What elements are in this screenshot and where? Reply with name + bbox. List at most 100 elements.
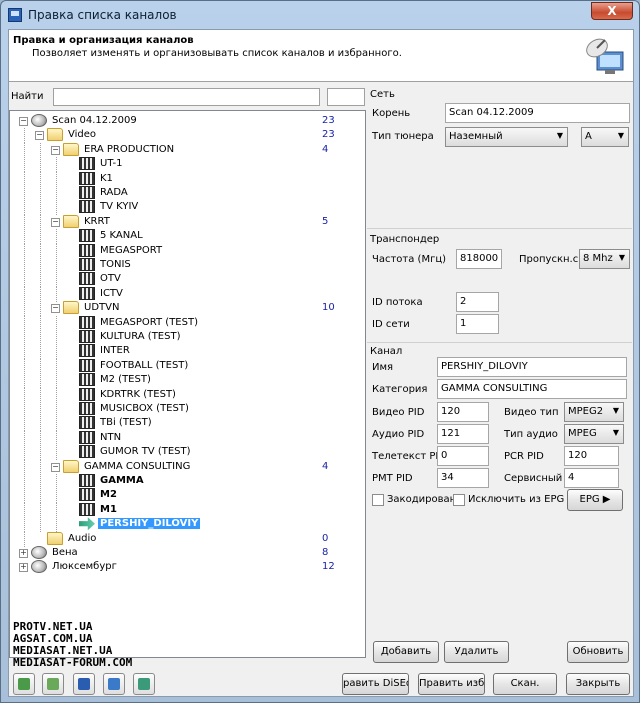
import-button[interactable] bbox=[13, 673, 35, 695]
service-pid-field[interactable]: 4 bbox=[564, 468, 619, 488]
teletext-pid-field[interactable]: 0 bbox=[437, 446, 489, 466]
tree-node[interactable]: − ERA PRODUCTION 4 bbox=[10, 142, 350, 158]
save-button[interactable] bbox=[73, 673, 95, 695]
tree-node-label: M1 bbox=[100, 503, 117, 515]
tree-node-label: KULTURA (TEST) bbox=[100, 331, 181, 342]
pcr-pid-label: PCR PID bbox=[504, 451, 544, 462]
close-button[interactable]: Закрыть bbox=[566, 673, 630, 695]
collapse-icon[interactable]: − bbox=[51, 217, 60, 227]
bandwidth-select[interactable]: 8 Mhz ▼ bbox=[579, 249, 630, 269]
edit-favorites-button[interactable]: Править избр. bbox=[418, 673, 485, 695]
tree-node[interactable]: UT-1 bbox=[10, 157, 350, 173]
exclude-epg-checkbox[interactable] bbox=[453, 494, 465, 506]
tuner-type-select[interactable]: Наземный ▼ bbox=[445, 127, 568, 147]
title-bar[interactable]: Правка списка каналов X bbox=[1, 1, 639, 29]
epg-button[interactable]: EPG ▶ bbox=[567, 489, 623, 511]
scan-button[interactable]: Скан. bbox=[493, 673, 557, 695]
chevron-down-icon: ▼ bbox=[612, 428, 619, 437]
tree-node[interactable]: − Scan 04.12.2009 23 bbox=[10, 114, 350, 128]
tree-node[interactable]: MEGASPORT bbox=[10, 243, 350, 259]
tree-node[interactable]: − KRRT 5 bbox=[10, 214, 350, 230]
tree-node[interactable]: FOOTBALL (TEST) bbox=[10, 358, 350, 374]
network-id-field[interactable]: 1 bbox=[456, 314, 499, 334]
tree-node[interactable]: 5 KANAL bbox=[10, 229, 350, 245]
expand-icon[interactable]: + bbox=[19, 563, 28, 573]
delete-button[interactable]: Удалить bbox=[444, 641, 509, 663]
undo-button[interactable] bbox=[103, 673, 125, 695]
root-field[interactable]: Scan 04.12.2009 bbox=[445, 103, 630, 123]
expand-icon[interactable]: + bbox=[19, 549, 28, 558]
tuner-sub-select[interactable]: A ▼ bbox=[581, 127, 629, 147]
collapse-icon[interactable]: − bbox=[35, 131, 44, 141]
name-field[interactable]: PERSHIY_DILOVIY bbox=[437, 357, 627, 377]
tree-node[interactable]: NTN bbox=[10, 430, 350, 446]
tree-node[interactable]: ICTV bbox=[10, 286, 350, 302]
tree-guide-line bbox=[56, 517, 57, 533]
collapse-icon[interactable]: − bbox=[51, 145, 60, 155]
refresh-button[interactable]: Обновить bbox=[567, 641, 629, 663]
pmt-pid-field[interactable]: 34 bbox=[437, 468, 489, 488]
tree-node[interactable]: INTER bbox=[10, 344, 350, 360]
audio-type-select[interactable]: MPEG ▼ bbox=[564, 424, 624, 444]
audio-pid-field[interactable]: 121 bbox=[437, 424, 489, 444]
tv-channel-icon bbox=[79, 430, 95, 444]
tree-node[interactable]: KULTURA (TEST) bbox=[10, 330, 350, 345]
tree-node[interactable]: + Люксембург 12 bbox=[10, 560, 350, 574]
tree-guide-line bbox=[24, 502, 25, 518]
edit-diseqc-button[interactable]: равить DiSEqc bbox=[342, 673, 409, 695]
tree-node-label: GAMMA CONSULTING bbox=[84, 460, 191, 472]
tree-node[interactable]: RADA bbox=[10, 186, 350, 201]
frequency-field[interactable]: 818000 bbox=[456, 249, 502, 269]
tree-node[interactable]: OTV bbox=[10, 272, 350, 288]
tree-node[interactable]: Audio 0 bbox=[10, 531, 350, 547]
satellite-dish-icon bbox=[31, 114, 47, 127]
tree-node[interactable]: PERSHIY_DILOVIY bbox=[10, 517, 350, 533]
tree-node-label: K1 bbox=[100, 172, 113, 184]
video-type-select[interactable]: MPEG2 ▼ bbox=[564, 402, 624, 422]
tree-node[interactable]: M2 (TEST) bbox=[10, 373, 350, 389]
channel-tree[interactable]: − Scan 04.12.2009 23− Video 23− ERA PRODUCTIO… bbox=[9, 110, 366, 658]
search-secondary-input[interactable] bbox=[327, 88, 365, 106]
tv-channel-icon bbox=[79, 272, 95, 286]
stream-id-field[interactable]: 2 bbox=[456, 292, 499, 312]
tree-node[interactable]: − UDTVN 10 bbox=[10, 301, 350, 317]
tree-guide-line bbox=[40, 214, 41, 230]
close-window-button[interactable]: X bbox=[591, 2, 633, 20]
tree-guide-line bbox=[24, 272, 25, 288]
encrypted-checkbox[interactable] bbox=[372, 494, 384, 506]
collapse-icon[interactable]: − bbox=[51, 462, 60, 472]
export-button[interactable] bbox=[42, 673, 64, 695]
collapse-icon[interactable]: − bbox=[19, 117, 28, 126]
tree-node[interactable]: M1 bbox=[10, 502, 350, 518]
tree-node[interactable]: GAMMA bbox=[10, 474, 350, 489]
tree-node[interactable]: K1 bbox=[10, 171, 350, 187]
tree-node[interactable]: TV KYIV bbox=[10, 200, 350, 216]
network-group-title: Сеть bbox=[370, 89, 395, 100]
tree-node[interactable]: MEGASPORT (TEST) bbox=[10, 315, 350, 331]
tree-node-label: Вена bbox=[52, 547, 78, 558]
tree-node[interactable]: TBi (TEST) bbox=[10, 416, 350, 432]
search-input[interactable] bbox=[53, 88, 320, 106]
tree-node-label: ERA PRODUCTION bbox=[84, 143, 175, 155]
tree-node-label: RADA bbox=[100, 187, 128, 198]
tree-node[interactable]: TONIS bbox=[10, 258, 350, 273]
tree-node[interactable]: KDRTRK (TEST) bbox=[10, 387, 350, 403]
tree-guide-line bbox=[40, 142, 41, 158]
collapse-icon[interactable]: − bbox=[51, 304, 60, 314]
tree-guide-line bbox=[56, 229, 57, 245]
tree-node[interactable]: + Вена 8 bbox=[10, 546, 350, 560]
sort-button[interactable] bbox=[133, 673, 155, 695]
tree-node[interactable]: − GAMMA CONSULTING 4 bbox=[10, 459, 350, 475]
tree-node[interactable]: MUSICBOX (TEST) bbox=[10, 402, 350, 417]
add-button[interactable]: Добавить bbox=[373, 641, 439, 663]
pcr-pid-field[interactable]: 120 bbox=[564, 446, 619, 466]
video-pid-field[interactable]: 120 bbox=[437, 402, 489, 422]
tree-guide-line bbox=[40, 171, 41, 187]
tv-channel-icon bbox=[79, 358, 95, 372]
tree-node[interactable]: − Video 23 bbox=[10, 128, 350, 144]
tree-node[interactable]: M2 bbox=[10, 488, 350, 504]
play-icon: ▶ bbox=[602, 494, 611, 505]
category-field[interactable]: GAMMA CONSULTING bbox=[437, 379, 627, 399]
tree-node[interactable]: GUMOR TV (TEST) bbox=[10, 445, 350, 461]
save-icon bbox=[78, 678, 90, 690]
